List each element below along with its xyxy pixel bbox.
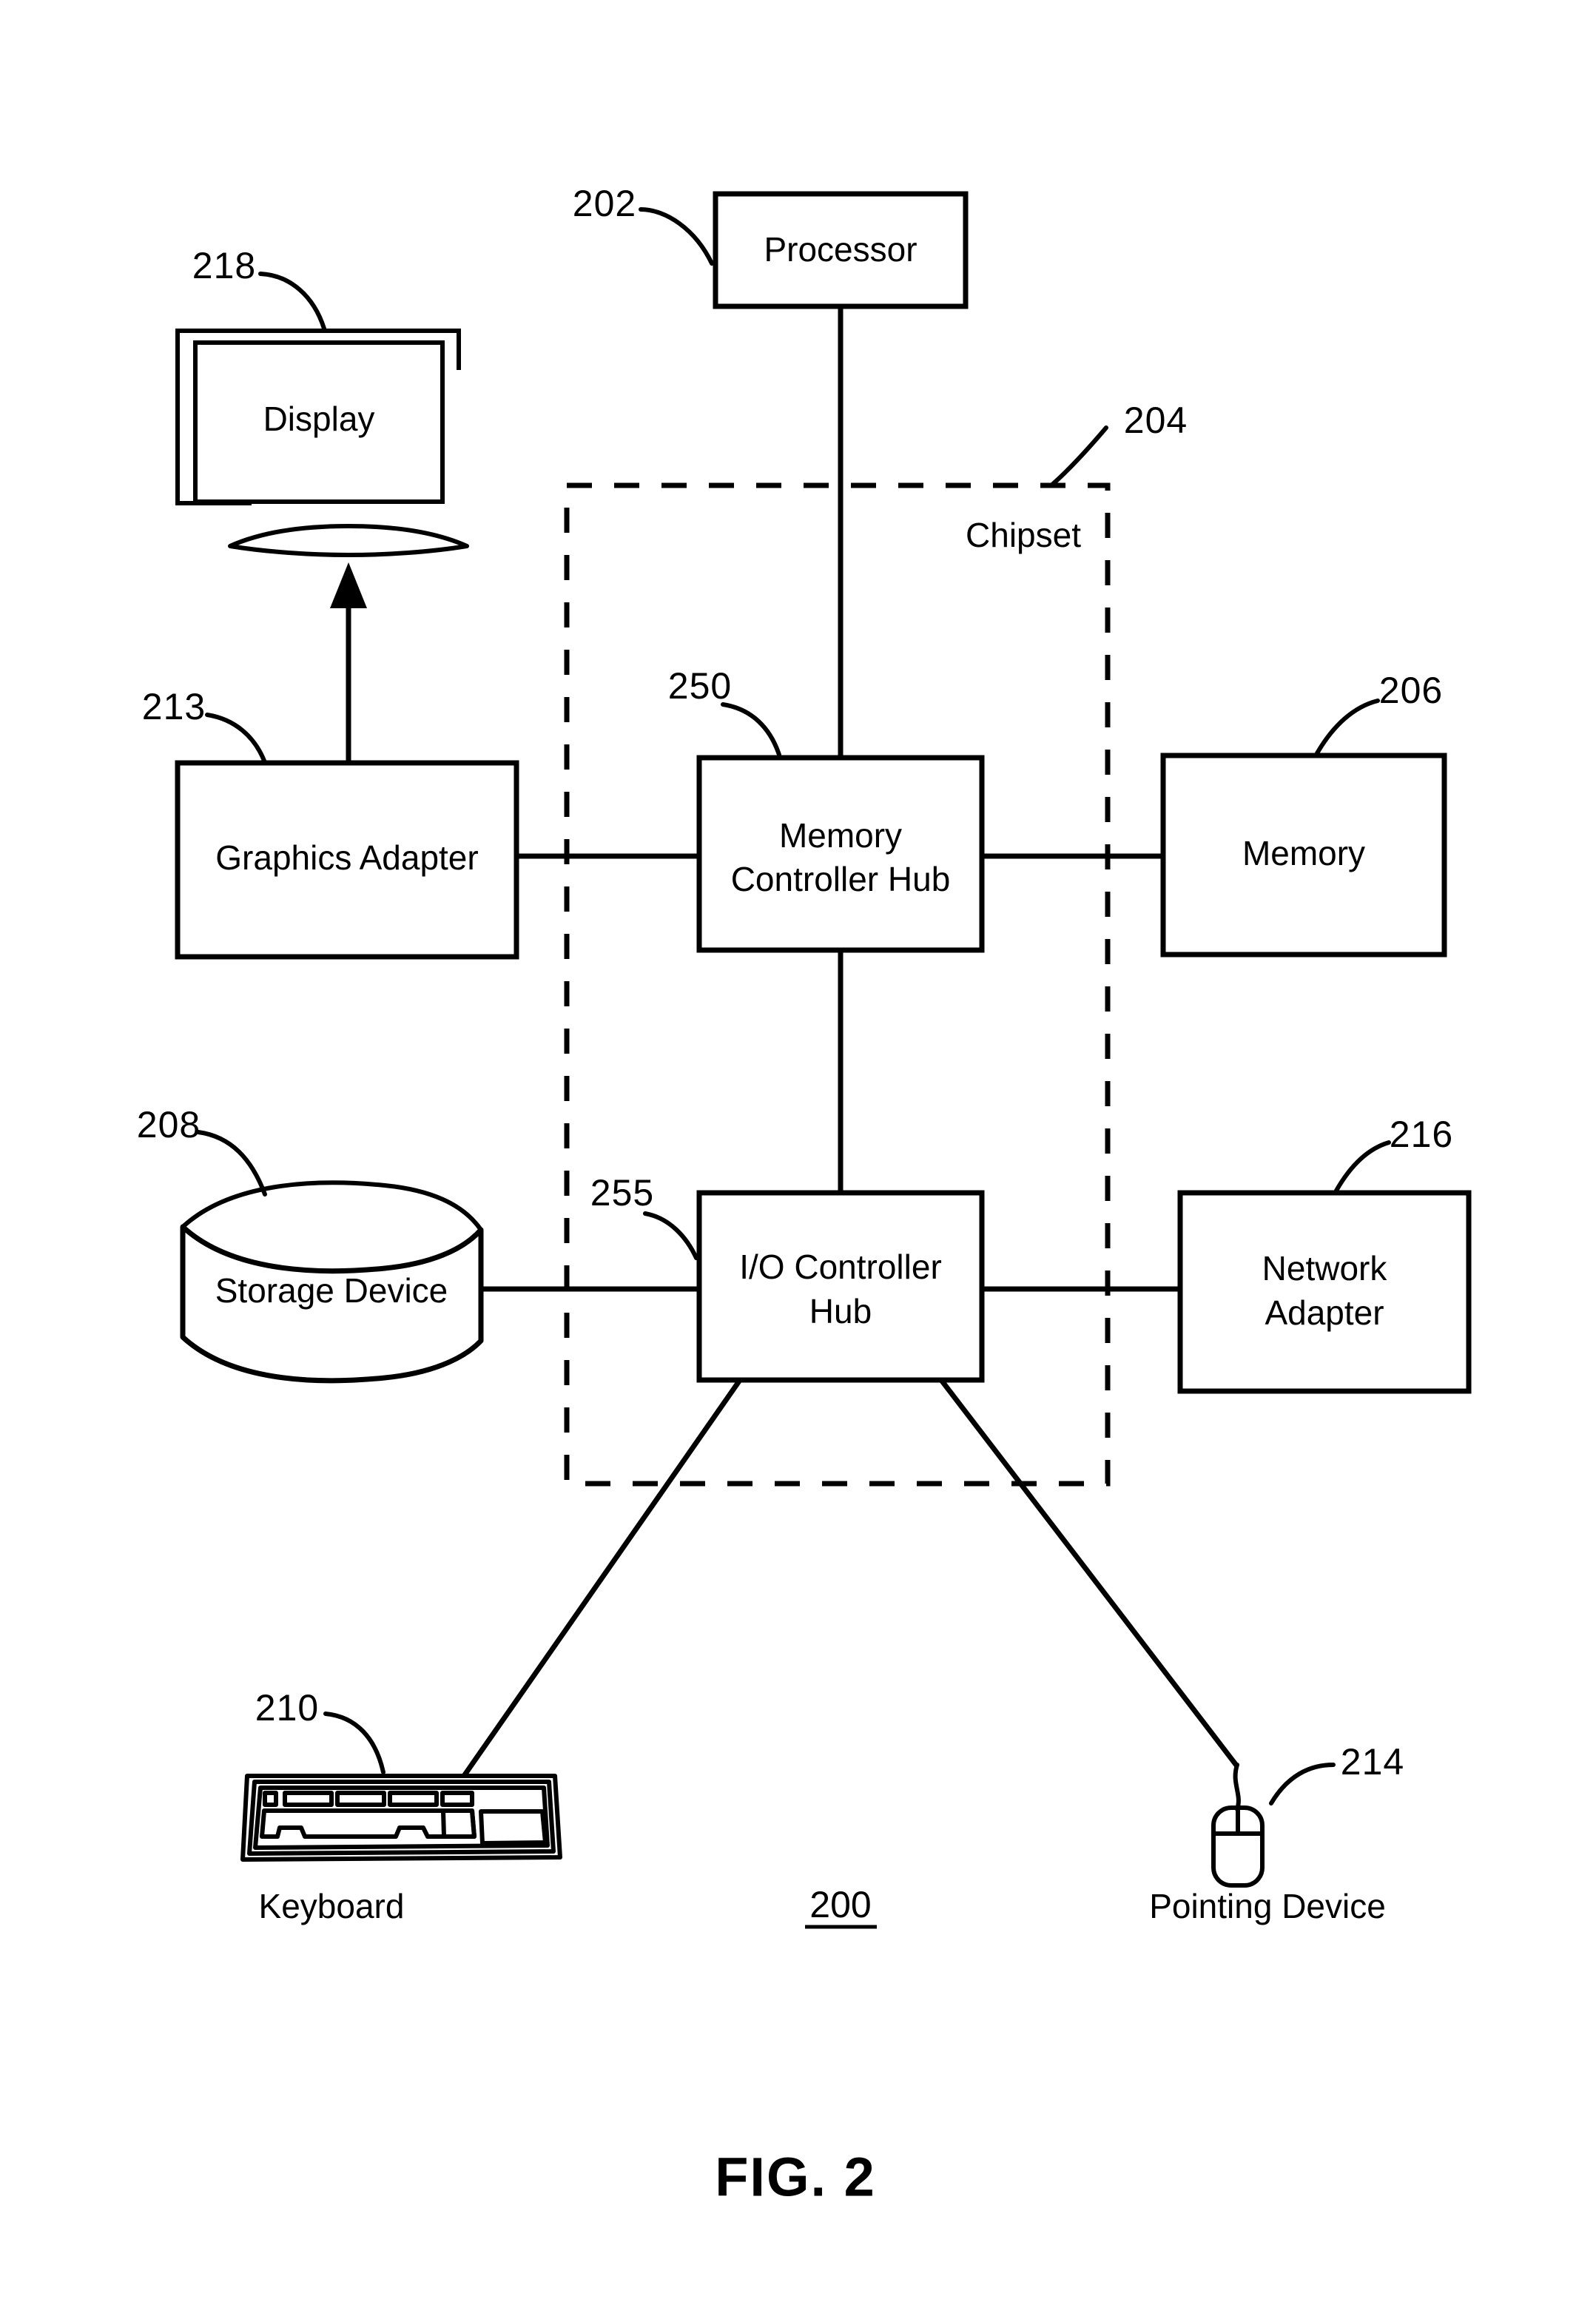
storage-device-ref-number: 208 [137, 1104, 201, 1145]
memory-controller-hub-ref-number: 250 [668, 665, 732, 707]
display-label: Display [263, 400, 375, 438]
storage-device-block[interactable]: Storage Device [180, 1180, 484, 1384]
keyboard-function-row [263, 1791, 474, 1807]
chipset-label: Chipset [966, 516, 1081, 554]
memory-reference: 206 [1315, 670, 1443, 755]
processor-block[interactable]: Processor [713, 191, 969, 309]
arrowhead-to-display [330, 562, 367, 608]
graphics-adapter-block[interactable]: Graphics Adapter [175, 760, 519, 960]
chipset-reference: 204 [1051, 400, 1188, 486]
wire-ich-to-pointing-device [939, 1378, 1239, 1768]
memory-ref-number: 206 [1379, 670, 1443, 711]
storage-device-label: Storage Device [215, 1271, 448, 1310]
system-number-group: 200 [805, 1884, 877, 1929]
keyboard-key [283, 1791, 334, 1807]
memory-controller-hub-leader-line [721, 702, 781, 757]
memory-leader-line [1315, 699, 1380, 755]
system-number: 200 [809, 1884, 871, 1925]
processor-label: Processor [764, 230, 917, 269]
network-adapter-label-line2: Adapter [1265, 1293, 1384, 1332]
figure-canvas: Processor 202 Chipset 204 Display 218 Gr… [137, 183, 1472, 2208]
pointing-device-label: Pointing Device [1149, 1887, 1386, 1925]
keyboard-key [263, 1791, 278, 1807]
io-controller-hub-reference: 255 [590, 1172, 698, 1260]
io-controller-hub-box[interactable] [696, 1190, 985, 1383]
io-controller-hub-leader-line [643, 1211, 698, 1260]
memory-label: Memory [1242, 834, 1365, 872]
keyboard-label: Keyboard [259, 1887, 405, 1925]
keyboard-block[interactable]: Keyboard [240, 1774, 562, 1925]
memory-controller-hub-label-line2: Controller Hub [731, 860, 951, 898]
io-controller-hub-label-line2: Hub [809, 1292, 872, 1330]
pointing-device-reference: 214 [1269, 1741, 1404, 1805]
patent-figure-2: Processor 202 Chipset 204 Display 218 Gr… [0, 0, 1596, 2302]
keyboard-nav-cluster [441, 1808, 477, 1839]
figure-title-group: FIG. 2 [715, 2147, 876, 2208]
display-block[interactable]: Display [175, 329, 469, 557]
processor-leader-line [639, 207, 714, 266]
io-controller-hub-block[interactable]: I/O Controller Hub [696, 1190, 985, 1383]
display-stand-base [228, 524, 469, 557]
network-adapter-box[interactable] [1177, 1190, 1472, 1394]
pointing-device-leader-line [1269, 1763, 1336, 1805]
network-adapter-ref-number: 216 [1390, 1114, 1453, 1155]
pointing-device-cable [1233, 1763, 1241, 1811]
keyboard-leader-line [323, 1712, 385, 1774]
keyboard-numpad [479, 1809, 548, 1845]
keyboard-key [440, 1791, 474, 1807]
pointing-device-block[interactable]: Pointing Device [1149, 1763, 1386, 1925]
storage-device-leader-line [196, 1130, 267, 1197]
figure-title: FIG. 2 [715, 2147, 876, 2208]
graphics-adapter-reference: 213 [142, 686, 266, 763]
memory-controller-hub-block[interactable]: Memory Controller Hub [696, 755, 985, 953]
keyboard-key [388, 1791, 439, 1807]
keyboard-keybed [253, 1786, 550, 1850]
keyboard-reference: 210 [255, 1687, 385, 1774]
chipset-ref-number: 204 [1124, 400, 1188, 441]
storage-device-reference: 208 [137, 1104, 267, 1197]
pointing-device-ref-number: 214 [1341, 1741, 1404, 1783]
memory-controller-hub-label-line1: Memory [779, 816, 902, 855]
connection-wires [330, 306, 1239, 1778]
network-adapter-leader-line [1334, 1140, 1391, 1193]
processor-ref-number: 202 [573, 183, 636, 224]
graphics-adapter-leader-line [205, 713, 266, 763]
graphics-adapter-label: Graphics Adapter [215, 838, 478, 877]
network-adapter-label-line1: Network [1262, 1249, 1388, 1288]
io-controller-hub-label-line1: I/O Controller [739, 1248, 942, 1286]
wire-ich-to-keyboard [462, 1378, 742, 1778]
network-adapter-reference: 216 [1334, 1114, 1453, 1193]
keyboard-key [335, 1791, 386, 1807]
keyboard-ref-number: 210 [255, 1687, 319, 1729]
memory-block[interactable]: Memory [1160, 753, 1447, 958]
display-leader-line [258, 272, 326, 331]
processor-reference: 202 [573, 183, 714, 266]
chipset-label-group: Chipset [966, 516, 1081, 554]
display-reference: 218 [192, 245, 326, 331]
network-adapter-block[interactable]: Network Adapter [1177, 1190, 1472, 1394]
graphics-adapter-ref-number: 213 [142, 686, 206, 727]
storage-device-cylinder-top [181, 1180, 483, 1232]
io-controller-hub-ref-number: 255 [590, 1172, 654, 1214]
display-ref-number: 218 [192, 245, 256, 286]
chipset-leader-line [1051, 425, 1108, 486]
memory-controller-hub-reference: 250 [668, 665, 781, 757]
